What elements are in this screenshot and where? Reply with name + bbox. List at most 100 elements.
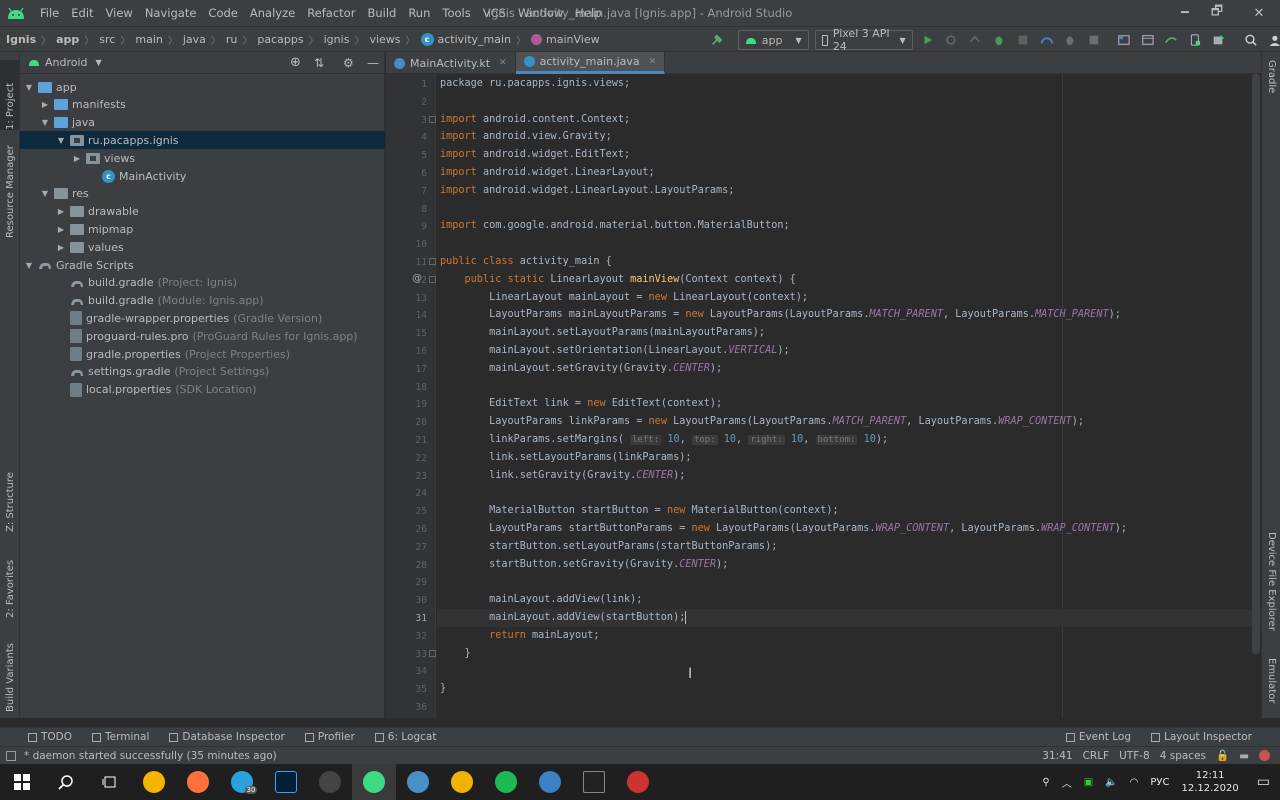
search-icon[interactable] — [44, 764, 88, 800]
breadcrumb-item[interactable]: c activity_main 〉 — [420, 32, 532, 47]
tree-item[interactable]: proguard-rules.pro (ProGuard Rules for Ig… — [20, 327, 385, 345]
structure-tab[interactable]: Z: Structure — [0, 462, 20, 532]
breadcrumb-item[interactable]: ru 〉 — [226, 32, 258, 47]
indent-setting[interactable]: 4 spaces — [1160, 750, 1206, 762]
start-icon[interactable] — [0, 764, 44, 800]
tree-item[interactable]: ▼ ru.pacapps.ignis — [20, 131, 385, 150]
wifi-icon[interactable]: ◠ — [1130, 777, 1139, 788]
tool-todo[interactable]: TODO — [18, 731, 82, 743]
view-mode-select[interactable]: Android — [45, 56, 88, 69]
expanded-arrow-icon[interactable]: ▼ — [24, 83, 34, 92]
taskbar-davinci-icon[interactable] — [616, 764, 660, 800]
tree-item[interactable]: ▶ drawable — [20, 203, 385, 221]
taskbar-telegram-icon[interactable]: 30 — [220, 764, 264, 800]
tree-item[interactable]: c MainActivity — [20, 167, 385, 185]
run-icon[interactable] — [921, 32, 935, 48]
tray-chevron-up-icon[interactable]: ︿ — [1062, 775, 1072, 790]
tree-item[interactable]: ▶ values — [20, 238, 385, 256]
avd-manager-icon[interactable] — [1188, 32, 1202, 48]
tree-item[interactable]: gradle.properties (Project Properties) — [20, 345, 385, 363]
collapsed-arrow-icon[interactable]: ▶ — [40, 100, 50, 109]
tree-item[interactable]: ▼ app — [20, 78, 385, 96]
apply-changes-icon[interactable] — [968, 32, 982, 48]
tree-item[interactable]: build.gradle (Module: Ignis.app) — [20, 292, 385, 310]
project-structure-icon[interactable] — [1117, 32, 1131, 48]
collapsed-arrow-icon[interactable]: ▶ — [56, 225, 66, 234]
favorites-tab[interactable]: 2: Favorites — [0, 548, 20, 618]
taskbar-chrome-icon[interactable] — [132, 764, 176, 800]
expanded-arrow-icon[interactable]: ▼ — [40, 118, 50, 127]
tree-item[interactable]: ▶ views — [20, 149, 385, 167]
trash-icon[interactable]: ▬ — [1239, 750, 1249, 762]
fold-marker-icon[interactable] — [429, 115, 436, 123]
taskbar-obs-icon[interactable] — [308, 764, 352, 800]
tree-item[interactable]: build.gradle (Project: Ignis) — [20, 274, 385, 292]
menu-file[interactable]: File — [34, 0, 65, 26]
taskbar-cmd-icon[interactable] — [572, 764, 616, 800]
breadcrumb-item[interactable]: main 〉 — [135, 32, 182, 47]
expanded-arrow-icon[interactable]: ▼ — [56, 136, 66, 145]
hide-icon[interactable]: — — [367, 56, 379, 70]
tree-item[interactable]: gradle-wrapper.properties (Gradle Version… — [20, 309, 385, 327]
menu-analyze[interactable]: Analyze — [244, 0, 301, 26]
tool-event-log[interactable]: Event Log — [1056, 731, 1141, 743]
clock[interactable]: 12:11 12.12.2020 — [1182, 769, 1239, 795]
expanded-arrow-icon[interactable]: ▼ — [24, 261, 34, 270]
close-button[interactable]: ✕ — [1240, 0, 1278, 26]
breadcrumb-item[interactable]: app 〉 — [56, 32, 99, 47]
taskbar-qbittorrent-icon[interactable] — [528, 764, 572, 800]
tool-database-inspector[interactable]: Database Inspector — [159, 731, 294, 743]
tool-6-logcat[interactable]: 6: Logcat — [365, 731, 447, 743]
tray-app-icon[interactable]: ▣ — [1084, 777, 1093, 788]
device-file-explorer-tab[interactable]: Device File Explorer — [1262, 532, 1280, 642]
people-icon[interactable]: ⚲ — [1042, 777, 1049, 788]
fold-marker-icon[interactable] — [429, 258, 436, 265]
code-editor[interactable]: 1 2 3 4 5 6 7 8 9 10 11 12 13 14 15 16 17 18 19 20 21 22 23 24 2… — [386, 74, 1261, 718]
taskbar-android-studio-icon[interactable] — [352, 764, 396, 800]
breadcrumb-item[interactable]: src 〉 — [99, 32, 135, 47]
taskbar-spotify-icon[interactable] — [484, 764, 528, 800]
collapsed-arrow-icon[interactable]: ▶ — [56, 243, 66, 252]
no-errors-icon[interactable] — [1259, 750, 1270, 761]
search-icon[interactable] — [1244, 32, 1258, 48]
hammer-icon[interactable] — [710, 32, 724, 48]
fold-marker-icon[interactable] — [429, 275, 436, 283]
status-message[interactable]: * daemon started successfully (35 minute… — [24, 750, 277, 762]
gradle-tab[interactable]: Gradle — [1262, 60, 1280, 120]
sdk-manager-icon[interactable] — [1212, 32, 1226, 48]
menu-help[interactable]: Help — [569, 0, 607, 26]
file-encoding[interactable]: UTF-8 — [1119, 750, 1150, 762]
caret-position[interactable]: 31:41 — [1042, 750, 1072, 762]
menu-navigate[interactable]: Navigate — [139, 0, 203, 26]
tree-item[interactable]: settings.gradle (Project Settings) — [20, 363, 385, 381]
close-tab-icon[interactable]: ✕ — [499, 58, 507, 68]
task-view-icon[interactable] — [88, 764, 132, 800]
build-variants-tab[interactable]: Build Variants — [0, 636, 20, 712]
project-tool-tab[interactable]: 1: Project — [0, 60, 20, 130]
tree-item[interactable]: ▶ manifests — [20, 96, 385, 114]
taskbar-3d-viewer-icon[interactable] — [396, 764, 440, 800]
emulator-tab[interactable]: Emulator — [1262, 658, 1280, 718]
tool-terminal[interactable]: Terminal — [82, 731, 159, 743]
breadcrumb-item[interactable]: ignis 〉 — [324, 32, 370, 47]
breadcrumb-item[interactable]: java 〉 — [183, 32, 226, 47]
menu-view[interactable]: View — [100, 0, 139, 26]
layout-editor-icon[interactable] — [1141, 32, 1155, 48]
menu-tools[interactable]: Tools — [436, 0, 476, 26]
tool-layout-inspector[interactable]: Layout Inspector — [1141, 731, 1262, 743]
resource-manager-tab[interactable]: Resource Manager — [0, 138, 20, 238]
taskbar-firefox-icon[interactable] — [176, 764, 220, 800]
menu-run[interactable]: Run — [402, 0, 436, 26]
expanded-arrow-icon[interactable]: ▼ — [40, 189, 50, 198]
profile-icon[interactable] — [1040, 32, 1054, 48]
fold-marker-icon[interactable] — [429, 649, 436, 657]
taskbar-photoshop-icon[interactable] — [264, 764, 308, 800]
menu-vcs[interactable]: VCS — [477, 0, 512, 26]
toggle-tool-windows-icon[interactable] — [6, 750, 16, 761]
locate-icon[interactable]: ⊕ — [290, 55, 301, 70]
stop-icon[interactable] — [1087, 32, 1101, 48]
breadcrumb-item[interactable]: mainView — [531, 33, 600, 46]
collapsed-arrow-icon[interactable]: ▶ — [72, 154, 82, 163]
run-config-select[interactable]: app ▼ — [737, 30, 809, 50]
tree-item[interactable]: local.properties (SDK Location) — [20, 381, 385, 399]
